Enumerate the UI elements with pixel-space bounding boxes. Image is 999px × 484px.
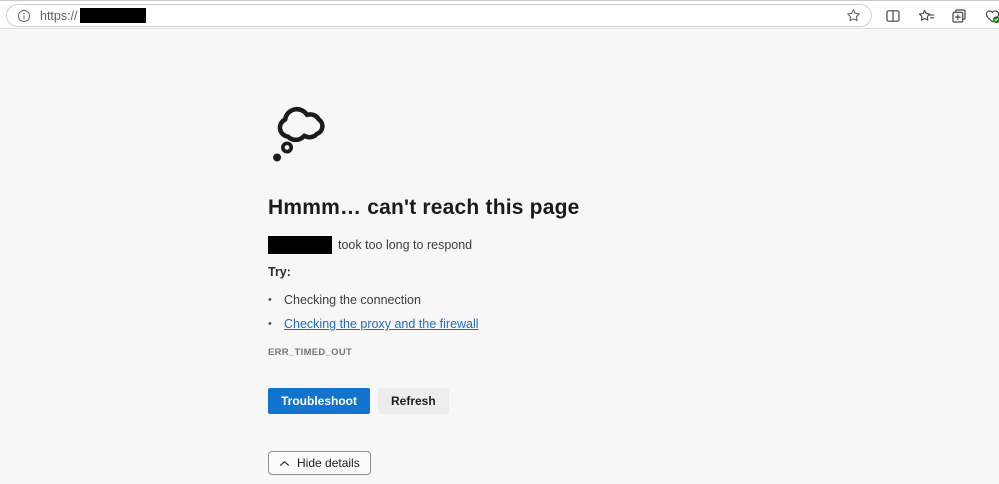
browser-window: https:// Hmmm… can't reach this page too… [0,0,999,484]
suggestion-check-connection: Checking the connection [284,293,421,307]
suggestion-item: • Checking the proxy and the firewall [268,312,479,336]
address-bar[interactable]: https:// [6,4,872,27]
hide-details-label: Hide details [297,456,360,470]
star-icon[interactable] [846,8,861,23]
action-buttons: Troubleshoot Refresh [268,388,449,414]
error-page: Hmmm… can't reach this page took too lon… [0,30,999,484]
refresh-button[interactable]: Refresh [378,388,449,414]
error-code: ERR_TIMED_OUT [268,347,353,358]
hide-details-button[interactable]: Hide details [268,451,371,475]
chevron-up-icon [279,460,290,467]
collections-icon[interactable] [950,7,968,25]
error-description: took too long to respond [268,236,472,254]
favorites-icon[interactable] [917,7,935,25]
proxy-firewall-link[interactable]: Checking the proxy and the firewall [284,317,479,331]
suggestion-list: • Checking the connection • Checking the… [268,288,479,336]
troubleshoot-button[interactable]: Troubleshoot [268,388,370,414]
info-icon[interactable] [17,9,31,23]
split-screen-icon[interactable] [884,7,902,25]
error-description-text: took too long to respond [338,238,473,252]
thought-bubble-icon [268,100,326,171]
error-title: Hmmm… can't reach this page [268,196,580,219]
redacted-url [79,8,146,23]
bullet-glyph: • [268,294,272,306]
browser-essentials-icon[interactable] [983,7,999,25]
redacted-hostname [268,236,332,254]
bullet-glyph: • [268,318,272,330]
suggestion-item: • Checking the connection [268,288,479,312]
url-scheme: https:// [40,8,78,23]
try-label: Try: [268,265,291,279]
browser-toolbar: https:// [0,0,999,29]
